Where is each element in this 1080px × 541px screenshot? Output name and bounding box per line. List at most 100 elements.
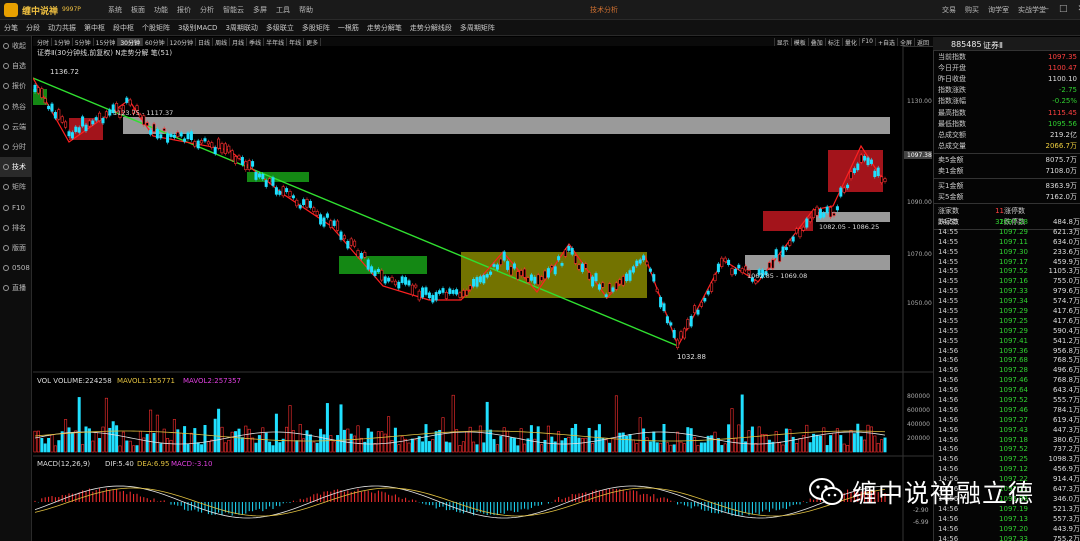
candle-body (662, 303, 666, 312)
link-buy[interactable]: 购买 (965, 5, 979, 15)
tick-time: 14:56 (938, 435, 959, 444)
volume-bar (873, 435, 877, 453)
tick-volume: 447.3万 (1052, 425, 1080, 434)
volume-bar (118, 445, 122, 453)
tick-time: 14:55 (938, 326, 959, 335)
stat-label: 总成交额 (938, 130, 966, 139)
menu-item[interactable]: 分析 (200, 5, 214, 15)
chart-area[interactable]: 1130.00 1090.00 1070.00 1050.00 1097.38 … (33, 46, 933, 541)
candle-body (686, 319, 690, 329)
candle-body (227, 145, 231, 153)
candle-body (597, 284, 601, 290)
menu-item[interactable]: 板面 (131, 5, 145, 15)
candle-body (835, 206, 839, 211)
volume-bar (567, 436, 571, 453)
link-study[interactable]: 询学室 (988, 5, 1009, 15)
tick-price: 1097.25 (999, 316, 1028, 325)
stat-row: 买5金额 7162.0万 (934, 191, 1080, 202)
candle-body (268, 178, 272, 183)
macd-dif: DIF:5.40 (105, 460, 134, 468)
volume-bar (206, 441, 210, 453)
candle-body (50, 103, 54, 112)
volume-bar (74, 430, 78, 453)
stat-value: -2.75 (1058, 86, 1077, 95)
sidebar-item-label: 版面 (12, 243, 26, 252)
candle-body (125, 97, 129, 103)
candle-body (815, 206, 819, 216)
tick-volume: 784.1万 (1052, 405, 1080, 414)
sidebar-item[interactable]: 分时 (0, 137, 31, 157)
stat-value: 1100.47 (1048, 63, 1077, 72)
volume-bar (859, 436, 863, 453)
function-tab[interactable]: 段中枢 (113, 23, 134, 33)
candle-body (393, 280, 397, 286)
maximize-icon[interactable]: □ (1059, 4, 1068, 14)
link-trade[interactable]: 交易 (942, 5, 956, 15)
candle-body (594, 273, 598, 282)
volume-bar (781, 444, 785, 453)
divider (934, 152, 1080, 154)
menu-item[interactable]: 工具 (276, 5, 290, 15)
tick-price: 1097.20 (999, 524, 1028, 533)
candle-body (315, 211, 319, 216)
candle-body (383, 276, 387, 284)
volume-bar (771, 441, 775, 453)
sidebar-item[interactable]: 收起 (0, 36, 31, 56)
volume-bar (390, 440, 394, 453)
breadth-row: 涨家数 11涨停数 0 (934, 205, 1080, 216)
function-tab[interactable]: 第中枢 (84, 23, 105, 33)
function-tab[interactable]: 个股矩阵 (142, 23, 170, 33)
zone-label: 1062.85 - 1069.08 (747, 272, 807, 280)
minimize-icon[interactable]: — (1040, 4, 1049, 14)
tick-time: 14:56 (938, 356, 959, 365)
function-tab[interactable]: 走势分解笔 (367, 23, 402, 33)
function-tab[interactable]: 3级别MACD (178, 23, 217, 33)
candle-body (672, 330, 676, 338)
sidebar-item[interactable]: 版面 (0, 238, 31, 258)
sidebar-item[interactable]: F10 (0, 198, 31, 218)
sidebar-item[interactable]: 自选 (0, 56, 31, 76)
menu-item[interactable]: 帮助 (299, 5, 313, 15)
candle-body (179, 132, 183, 137)
function-tab[interactable]: 动力共振 (48, 23, 76, 33)
candle-body (812, 209, 816, 218)
function-tab[interactable]: 多周期矩阵 (460, 23, 495, 33)
function-tab[interactable]: 走势分解线段 (410, 23, 452, 33)
volume-bar (342, 429, 346, 453)
sidebar-item[interactable]: 0508 (0, 258, 31, 278)
function-tab[interactable]: 多级联立 (266, 23, 294, 33)
sidebar-item[interactable]: 直播 (0, 278, 31, 298)
sidebar-item[interactable]: 云端 (0, 117, 31, 137)
candle-body (849, 171, 853, 179)
volume-bar (608, 442, 612, 453)
candle-body (291, 195, 295, 199)
tick-price: 1097.43 (999, 425, 1028, 434)
function-tab[interactable]: 一根筋 (338, 23, 359, 33)
menu-item[interactable]: 功能 (154, 5, 168, 15)
candle-body (621, 276, 625, 286)
menu-item[interactable]: 系统 (108, 5, 122, 15)
menu-item[interactable]: 报价 (177, 5, 191, 15)
function-tab[interactable]: 分段 (26, 23, 40, 33)
tick-time: 14:55 (938, 307, 959, 316)
candle-body (601, 282, 605, 288)
function-tab[interactable]: 分笔 (4, 23, 18, 33)
sidebar-item[interactable]: 报价 (0, 76, 31, 96)
tick-time: 14:56 (938, 524, 959, 533)
candle-body (472, 278, 476, 287)
volume-bar (672, 444, 676, 453)
menu-item[interactable]: 多屏 (253, 5, 267, 15)
tick-time: 14:56 (938, 514, 959, 523)
sidebar-item[interactable]: 矩阵 (0, 177, 31, 197)
sidebar-item[interactable]: 热谷 (0, 97, 31, 117)
function-tab[interactable]: 3周期联动 (225, 23, 257, 33)
volume-bar (818, 435, 822, 453)
volume-bar (863, 439, 867, 453)
candle-body (699, 301, 703, 307)
menu-item[interactable]: 智能云 (223, 5, 244, 15)
candle-body (876, 167, 880, 177)
function-tab[interactable]: 多股矩阵 (302, 23, 330, 33)
sidebar-item[interactable]: 排名 (0, 218, 31, 238)
candle-body (791, 236, 795, 242)
sidebar-item[interactable]: 技术 (0, 157, 31, 178)
